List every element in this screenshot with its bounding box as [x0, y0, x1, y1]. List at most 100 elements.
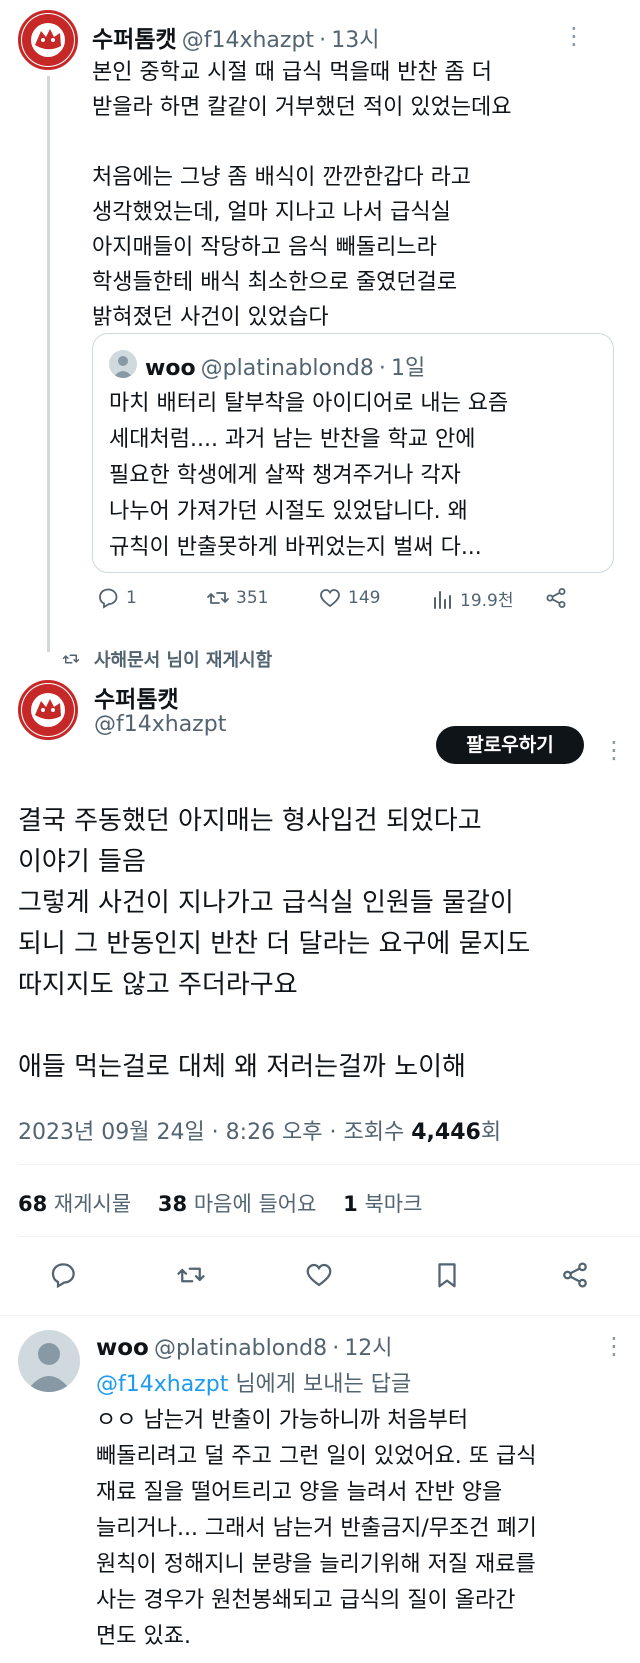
quote-line: 나누어 가져가던 시절도 있었답니다. 왜 [109, 499, 468, 524]
tweet-time[interactable]: 12시 [344, 1336, 392, 1361]
quote-text: 마치 배터리 탈부착을 아이디어로 내는 요즘 세대처럼.... 과거 남는 반… [109, 386, 604, 566]
retweet-small-icon [62, 654, 80, 664]
heart-icon [320, 589, 340, 608]
tweet-header: 수퍼톰캣 @f14xhazpt · 13시 [92, 20, 379, 54]
reply-count: 1 [126, 588, 137, 608]
tweet-line: 애들 먹는걸로 대체 왜 저러는걸까 노이해 [18, 1052, 466, 1082]
user-handle[interactable]: @f14xhazpt [182, 28, 314, 53]
display-name[interactable]: 수퍼톰캣 [94, 680, 179, 714]
likes-stat-label: 마음에 들어요 [193, 1192, 317, 1216]
timestamp-text: 2023년 09월 24일 · 8:26 오후 · 조회수 [18, 1120, 412, 1145]
avatar[interactable] [18, 1330, 80, 1392]
more-options-icon[interactable]: ⋮ [602, 1334, 626, 1358]
bookmarks-stat-label: 북마크 [364, 1192, 423, 1216]
avatar[interactable] [18, 10, 78, 70]
bookmarks-stat[interactable]: 1 북마크 [343, 1192, 422, 1216]
tweet-time[interactable]: 13시 [331, 28, 379, 53]
tomcat-logo-icon [22, 684, 74, 736]
tweet-line: 따지지도 않고 주더라구요 [18, 970, 298, 1000]
analytics-icon [434, 590, 451, 609]
tweet-text: 본인 중학교 시절 때 급식 먹을때 반찬 좀 더 받을라 하면 칼같이 거부했… [92, 55, 612, 335]
default-user-icon [113, 356, 133, 378]
more-options-icon[interactable]: ⋮ [602, 738, 626, 762]
divider [18, 1236, 640, 1237]
retweet-button[interactable]: 351 [206, 586, 268, 610]
tweet-line: 결국 주동했던 아지매는 형사입건 되었다고 [18, 806, 482, 836]
default-user-icon [26, 1343, 72, 1392]
retweet-banner[interactable]: 사해문서 님이 재게시함 [62, 646, 272, 672]
reply-button[interactable]: 1 [96, 586, 137, 610]
tomcat-logo-icon [22, 14, 74, 66]
tweet-line: 처음에는 그냥 좀 배식이 깐깐한갑다 라고 [92, 165, 472, 190]
heart-icon[interactable] [304, 1260, 334, 1290]
reply-line: 원칙이 정해지니 분량을 늘리기위해 저질 재료를 [96, 1552, 536, 1577]
tweet-line: 받을라 하면 칼같이 거부했던 적이 있었는데요 [92, 95, 512, 120]
like-count: 149 [348, 588, 381, 608]
likes-stat-count: 38 [157, 1192, 188, 1216]
reply-line: 재료 질을 떨어트리고 양을 늘려서 잔반 양을 [96, 1480, 503, 1505]
reply-line: 빼돌리려고 덜 주고 그런 일이 있었어요. 또 급식 [96, 1444, 537, 1469]
tweet-timestamp[interactable]: 2023년 09월 24일 · 8:26 오후 · 조회수 4,446회 [18, 1114, 501, 1146]
reply-icon[interactable] [48, 1260, 78, 1290]
divider [18, 1164, 640, 1165]
share-button[interactable] [544, 586, 568, 610]
tweet-line: 생각했었는데, 얼마 지나고 나서 급식실 [92, 200, 451, 225]
separator-dot: · [319, 28, 327, 53]
separator-dot: · [378, 356, 386, 381]
main-tweet-text: 결국 주동했던 아지매는 형사입건 되었다고 이야기 들음 그렇게 사건이 지나… [18, 801, 628, 1088]
tweet-line: 본인 중학교 시절 때 급식 먹을때 반찬 좀 더 [92, 60, 493, 85]
reply-line: 사는 경우가 원천봉쇄되고 급식의 질이 올라간 [96, 1588, 516, 1613]
quote-time: 1일 [391, 356, 426, 381]
separator-dot: · [332, 1336, 340, 1361]
tweet-line: 밝혀졌던 사건이 있었습다 [92, 305, 329, 330]
reply-icon [99, 588, 118, 609]
quote-line: 마치 배터리 탈부착을 아이디어로 내는 요즘 [109, 391, 509, 416]
views-button[interactable]: 19.9천 [430, 586, 514, 611]
quote-line: 규칙이 반출못하게 바뀌었는지 벌써 다... [109, 535, 482, 560]
reply-to-link[interactable]: @f14xhazpt [96, 1372, 228, 1397]
share-icon[interactable] [560, 1260, 590, 1290]
share-icon [546, 588, 566, 608]
view-count: 4,446 [411, 1120, 481, 1145]
engagement-stats: 68 재게시물 38 마음에 들어요 1 북마크 [18, 1188, 422, 1218]
reply-header: woo @platinablond8 · 12시 [96, 1330, 393, 1362]
bookmarks-stat-count: 1 [343, 1192, 358, 1216]
tweet-line: 이야기 들음 [18, 847, 146, 877]
view-suffix: 회 [480, 1120, 502, 1145]
quote-avatar [109, 350, 137, 378]
quote-handle: @platinablond8 [200, 356, 374, 381]
tweet-line [18, 1006, 628, 1047]
quote-line: 필요한 학생에게 살짝 챙겨주거나 각자 [109, 463, 461, 488]
likes-stat[interactable]: 38 마음에 들어요 [158, 1192, 317, 1216]
quoted-tweet-card[interactable]: woo @platinablond8 · 1일 마치 배터리 탈부착을 아이디어… [92, 333, 614, 573]
quote-display-name: woo [145, 356, 196, 381]
quote-header: woo @platinablond8 · 1일 [145, 350, 425, 382]
retweets-stat[interactable]: 68 재게시물 [18, 1192, 131, 1216]
avatar[interactable] [18, 680, 78, 740]
tweet-line: 학생들한테 배식 최소한으로 줄였던걸로 [92, 270, 458, 295]
retweet-icon[interactable] [176, 1260, 206, 1290]
follow-button[interactable]: 팔로우하기 [436, 726, 584, 764]
retweet-icon [207, 592, 229, 604]
retweets-stat-label: 재게시물 [53, 1192, 132, 1216]
user-handle[interactable]: @platinablond8 [154, 1336, 327, 1361]
reply-line: ㅇㅇ 남는거 반출이 가능하니까 처음부터 [96, 1408, 469, 1433]
display-name[interactable]: 수퍼톰캣 [92, 27, 177, 53]
like-button[interactable]: 149 [318, 586, 380, 610]
bookmark-icon[interactable] [432, 1260, 462, 1290]
quote-line: 세대처럼.... 과거 남는 반찬을 학교 안에 [109, 427, 476, 452]
retweets-stat-count: 68 [18, 1192, 48, 1216]
divider [0, 1315, 640, 1316]
display-name[interactable]: woo [96, 1335, 149, 1361]
retweet-count: 351 [236, 588, 269, 608]
replying-to: @f14xhazpt 님에게 보내는 답글 [96, 1366, 411, 1398]
tweet-line: 되니 그 반동인지 반찬 더 달라는 요구에 묻지도 [18, 929, 531, 959]
user-handle[interactable]: @f14xhazpt [94, 712, 226, 737]
retweet-banner-text: 사해문서 님이 재게시함 [94, 650, 273, 671]
views-count: 19.9천 [460, 591, 514, 611]
thread-connector-line [47, 76, 50, 652]
reply-line: 면도 있죠. [96, 1624, 191, 1649]
reply-text: ㅇㅇ 남는거 반출이 가능하니까 처음부터 빼돌리려고 덜 주고 그런 일이 있… [96, 1403, 626, 1655]
more-options-icon[interactable]: ⋮ [562, 24, 586, 48]
reply-to-suffix: 님에게 보내는 답글 [228, 1372, 412, 1397]
